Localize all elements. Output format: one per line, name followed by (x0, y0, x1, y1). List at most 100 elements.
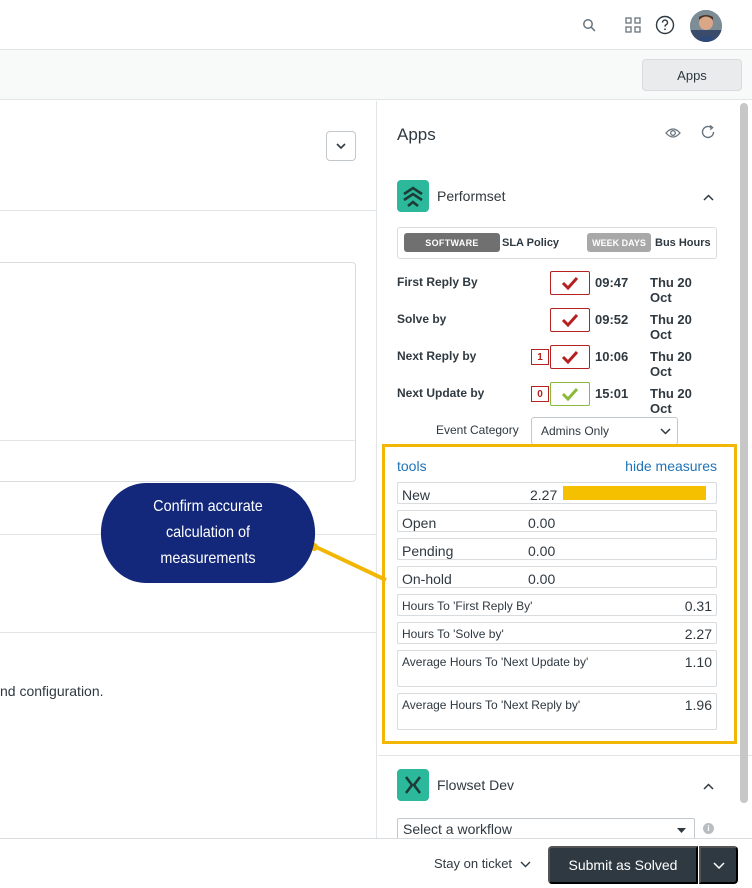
apps-panel: Apps Performset SOFTWARE SLA Policy WEEK… (378, 101, 752, 838)
editor-toolbar-divider (0, 440, 355, 441)
measure-row-hours: Average Hours To 'Next Reply by' 1.96 (397, 693, 717, 730)
measure-value: 2.27 (684, 626, 712, 642)
sla-time: 09:47 (595, 275, 629, 290)
body-text: nd configuration. (0, 683, 104, 699)
sla-target-name: First Reply By (397, 275, 478, 289)
search-icon[interactable] (580, 16, 598, 34)
comment-editor[interactable] (0, 262, 356, 482)
sla-row: First Reply By 09:47 Thu 20 Oct (397, 271, 717, 305)
chevron-down-icon (336, 143, 346, 149)
sla-time: 09:52 (595, 312, 629, 327)
flowset-name: Flowset Dev (437, 777, 515, 793)
sla-date: Thu 20 Oct (650, 349, 692, 379)
measure-value: 1.96 (684, 697, 712, 713)
measure-row-hours: Average Hours To 'Next Update by' 1.10 (397, 650, 717, 687)
panel-scrollbar[interactable] (740, 103, 748, 803)
performset-logo (397, 180, 429, 212)
event-category-value: Admins Only (541, 424, 610, 438)
hide-measures-link[interactable]: hide measures (625, 458, 717, 474)
performset-name: Performset (437, 188, 506, 204)
software-tag: SOFTWARE (404, 233, 500, 252)
eye-icon[interactable] (665, 126, 681, 144)
sla-target-name: Solve by (397, 312, 447, 326)
chevron-up-icon[interactable] (703, 190, 714, 204)
chevron-down-icon (712, 861, 725, 869)
measure-label: Pending (402, 543, 454, 559)
expand-button[interactable] (326, 131, 356, 161)
measure-row-new: New 2.27 (397, 482, 717, 504)
chevron-down-icon (660, 424, 671, 438)
ok-check (550, 382, 590, 406)
business-hours-label: Bus Hours (655, 237, 711, 249)
measure-row-on-hold: On-hold 0.00 (397, 566, 717, 588)
measure-value: 0.00 (528, 543, 556, 559)
avatar[interactable] (690, 10, 722, 42)
measure-row-pending: Pending 0.00 (397, 538, 717, 560)
checkmark-icon (561, 350, 579, 364)
measure-label: Average Hours To 'Next Update by' (402, 655, 589, 669)
apps-grid-icon[interactable] (623, 15, 643, 35)
panel-title: Apps (397, 125, 436, 144)
help-icon[interactable] (654, 14, 676, 36)
week-days-tag: WEEK DAYS (587, 233, 651, 252)
checkmark-icon (561, 276, 579, 290)
sla-row: Next Reply by 1 10:06 Thu 20 Oct (397, 345, 717, 379)
divider (0, 632, 376, 633)
top-bar (0, 0, 752, 50)
sla-time: 15:01 (595, 386, 629, 401)
sla-policy-bar: SOFTWARE SLA Policy WEEK DAYS Bus Hours (397, 227, 717, 259)
divider (0, 210, 376, 211)
measures-panel: tools hide measures New 2.27 Open 0.00 P… (382, 444, 737, 744)
sla-target-name: Next Update by (397, 386, 485, 400)
sla-date: Thu 20 Oct (650, 386, 692, 416)
event-category-select[interactable]: Admins Only (531, 417, 678, 445)
sla-row: Next Update by 0 15:01 Thu 20 Oct (397, 382, 717, 416)
submit-as-solved-button[interactable]: Submit as Solved (548, 846, 698, 884)
chevron-up-icon[interactable] (703, 779, 714, 793)
tools-link[interactable]: tools (397, 458, 427, 474)
measure-label: Hours To 'First Reply By' (402, 599, 533, 613)
stay-on-ticket-label: Stay on ticket (434, 856, 513, 871)
breached-check (550, 345, 590, 369)
annotation-callout: Confirm accurate calculation of measurem… (100, 483, 316, 583)
measure-row-hours: Hours To 'First Reply By' 0.31 (397, 594, 717, 616)
workflow-select[interactable]: Select a workflow (397, 818, 695, 838)
checkmark-icon (561, 387, 579, 401)
caret-down-icon (677, 825, 686, 835)
measure-row-hours: Hours To 'Solve by' 2.27 (397, 622, 717, 644)
measure-label: Open (402, 515, 437, 531)
ticket-pane: nd configuration. (0, 101, 377, 838)
breached-check (550, 271, 590, 295)
measure-value: 2.27 (530, 487, 558, 503)
measure-bar (563, 486, 706, 500)
measure-value: 1.10 (684, 654, 712, 670)
occurrence-count: 0 (531, 386, 549, 402)
flowset-logo (397, 769, 429, 801)
toolbar: Apps (0, 50, 752, 100)
measure-label: Hours To 'Solve by' (402, 627, 504, 641)
apps-button[interactable]: Apps (642, 59, 742, 91)
submit-options-button[interactable] (699, 846, 738, 884)
workflow-select-value: Select a workflow (403, 821, 512, 837)
occurrence-count: 1 (531, 349, 549, 365)
measure-value: 0.00 (528, 571, 556, 587)
callout-text: Confirm accurate calculation of measurem… (153, 498, 263, 567)
measure-row-open: Open 0.00 (397, 510, 717, 532)
sla-time: 10:06 (595, 349, 629, 364)
refresh-icon[interactable] (700, 124, 716, 145)
info-icon[interactable]: i (703, 823, 714, 834)
sla-policy-label: SLA Policy (502, 237, 560, 249)
bottom-bar: Stay on ticket Submit as Solved (0, 838, 752, 888)
checkmark-icon (561, 313, 579, 327)
measure-label: On-hold (402, 571, 452, 587)
sla-date: Thu 20 Oct (650, 312, 692, 342)
divider (378, 755, 752, 756)
breached-check (550, 308, 590, 332)
sla-target-name: Next Reply by (397, 349, 477, 363)
event-category-label: Event Category (436, 423, 519, 437)
measure-value: 0.31 (684, 598, 712, 614)
sla-row: Solve by 09:52 Thu 20 Oct (397, 308, 717, 342)
stay-on-ticket-menu[interactable]: Stay on ticket (434, 856, 531, 871)
measure-label: Average Hours To 'Next Reply by' (402, 698, 581, 712)
chevron-down-icon (520, 861, 531, 868)
